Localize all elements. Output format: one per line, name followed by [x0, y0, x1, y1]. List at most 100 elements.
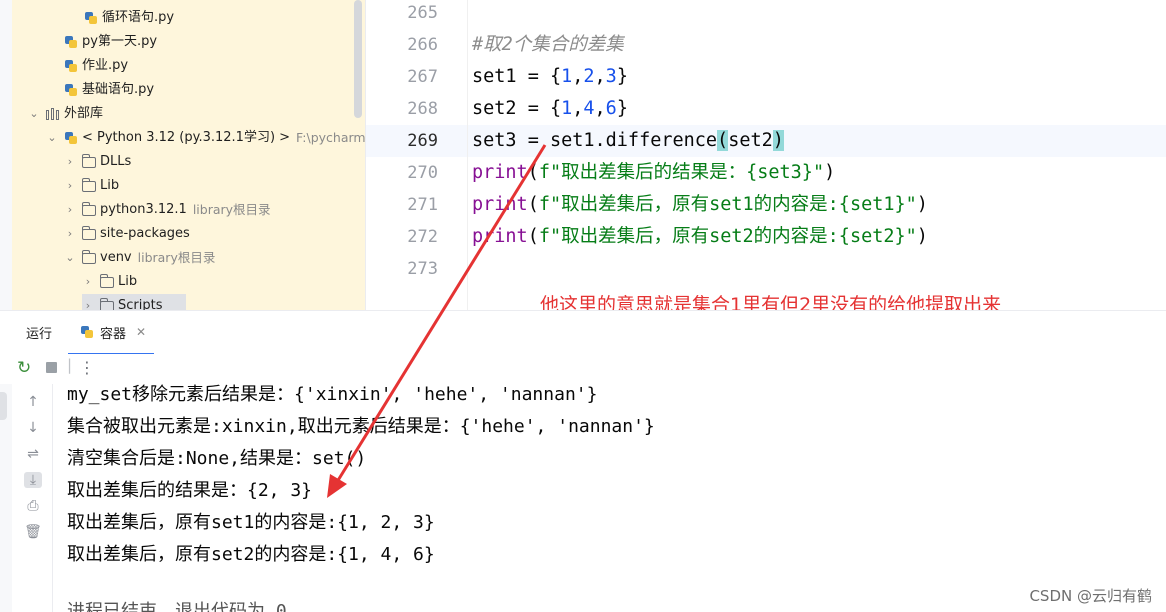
line-number: 266 — [407, 35, 438, 55]
tree-scrollbar[interactable] — [354, 0, 362, 118]
folder-icon — [100, 297, 114, 310]
tree-item-label: 作业.py — [82, 58, 129, 73]
code-line-print3: print(f"取出差集后，原有set2的内容是:{set2}") — [472, 226, 928, 247]
chevron-right-icon[interactable]: › — [64, 222, 76, 246]
console-exit-line: 进程已结束，退出代码为 0 — [67, 601, 287, 612]
tree-item-lib[interactable]: › Lib — [64, 174, 119, 198]
tree-item-loop-file[interactable]: 循环语句.py — [84, 6, 174, 30]
folder-icon — [82, 249, 96, 264]
python-sdk-icon — [64, 131, 78, 145]
tree-item-hint: F:\pycharm-l — [296, 130, 365, 145]
run-toolbar: ↻ | ⋮ — [0, 354, 1166, 384]
code-editor[interactable]: 265 266 267 268 269 270 271 272 273 #取2个… — [365, 0, 1166, 310]
tree-item-label: venv — [100, 250, 132, 265]
folder-icon — [82, 177, 96, 192]
code-comment: #取2个集合的差集 — [472, 34, 624, 55]
rerun-icon[interactable]: ↻ — [17, 358, 31, 378]
stop-icon[interactable] — [46, 362, 57, 373]
python-file-icon — [64, 83, 78, 97]
chevron-right-icon[interactable]: › — [82, 270, 94, 294]
line-number: 265 — [407, 3, 438, 23]
left-edge-strip — [0, 384, 12, 612]
python-file-icon — [64, 35, 78, 49]
code-line-print1: print(f"取出差集后的结果是：{set3}") — [472, 162, 836, 183]
tree-item-label: 基础语句.py — [82, 82, 155, 97]
tree-item-label: < Python 3.12 (py.3.12.1学习) > — [82, 130, 291, 145]
line-number: 270 — [407, 163, 438, 183]
folder-icon — [82, 153, 96, 168]
tree-item-label: python3.12.1 — [100, 202, 187, 217]
python-file-icon — [64, 59, 78, 73]
tree-item-scripts[interactable]: › Scripts — [82, 294, 187, 310]
gutter-divider — [467, 0, 468, 310]
line-number: 271 — [407, 195, 438, 215]
tree-item-basic-file[interactable]: 基础语句.py — [64, 78, 154, 102]
tree-item-label: 循环语句.py — [102, 10, 175, 25]
matched-brace: ( — [717, 130, 729, 151]
more-options-icon[interactable]: ⋮ — [79, 358, 95, 377]
chevron-right-icon[interactable]: › — [64, 174, 76, 198]
code-line-set3: set3 = set1.difference(set2) — [472, 130, 784, 151]
library-icon — [46, 108, 60, 120]
scroll-to-end-icon[interactable]: ⤓ — [24, 472, 42, 488]
chevron-right-icon[interactable]: › — [64, 198, 76, 222]
tree-item-homework-file[interactable]: 作业.py — [64, 54, 128, 78]
separator: | — [67, 356, 73, 374]
code-line-set1: set1 = {1,2,3} — [472, 66, 628, 87]
run-panel-title: 运行 — [26, 327, 53, 342]
strip-marker — [0, 392, 7, 420]
console-line: 取出差集后，原有set2的内容是:{1, 4, 6} — [67, 544, 435, 565]
console-line: 取出差集后的结果是：{2, 3} — [67, 480, 313, 501]
console-line: 取出差集后，原有set1的内容是:{1, 2, 3} — [67, 512, 435, 533]
line-number: 273 — [407, 259, 438, 279]
folder-icon — [82, 225, 96, 240]
tree-item-venv-lib[interactable]: › Lib — [82, 270, 137, 294]
tree-item-dlls[interactable]: › DLLs — [64, 150, 131, 174]
folder-icon — [100, 273, 114, 288]
tree-item-site-packages[interactable]: › site-packages — [64, 222, 190, 246]
tree-item-python3121[interactable]: › python3.12.1 library根目录 — [64, 198, 271, 222]
print-icon[interactable]: ⎙ — [24, 498, 42, 514]
run-tab-label: 容器 — [100, 326, 127, 342]
tree-item-label: site-packages — [100, 226, 190, 241]
console-line: 集合被取出元素是:xinxin,取出元素后结果是：{'hehe', 'nanna… — [67, 416, 655, 437]
chevron-right-icon[interactable]: › — [64, 150, 76, 174]
python-file-icon — [80, 325, 94, 339]
tree-item-label: Lib — [118, 274, 138, 289]
trash-icon[interactable]: 🗑 — [24, 524, 42, 540]
tree-item-day1-file[interactable]: py第一天.py — [64, 30, 157, 54]
project-tree: 循环语句.py py第一天.py 作业.py 基础语句.py ⌄ 外部库 ⌄ <… — [0, 0, 365, 310]
tree-item-label: py第一天.py — [82, 34, 158, 49]
code-line-set2: set2 = {1,4,6} — [472, 98, 628, 119]
tree-item-label: 外部库 — [64, 106, 104, 121]
tree-item-external-libs[interactable]: ⌄ 外部库 — [28, 102, 103, 126]
tree-item-hint: library根目录 — [192, 202, 271, 217]
tree-item-label: DLLs — [100, 154, 132, 169]
console-line: my_set移除元素后结果是：{'xinxin', 'hehe', 'nanna… — [67, 384, 598, 405]
chevron-down-icon[interactable]: ⌄ — [28, 102, 40, 126]
tree-item-label: Scripts — [118, 298, 163, 310]
line-number: 268 — [407, 99, 438, 119]
code-line-print2: print(f"取出差集后，原有set1的内容是:{set1}") — [472, 194, 928, 215]
soft-wrap-icon[interactable]: ⇌ — [24, 446, 42, 462]
tree-item-hint: library根目录 — [137, 250, 216, 265]
console-output[interactable]: my_set移除元素后结果是：{'xinxin', 'hehe', 'nanna… — [52, 384, 1166, 612]
run-tab[interactable]: 容器 ✕ — [68, 311, 154, 355]
watermark: CSDN @云归有鹤 — [1029, 587, 1152, 605]
tree-gutter — [0, 0, 12, 310]
line-number: 267 — [407, 67, 438, 87]
tree-item-venv[interactable]: ⌄ venv library根目录 — [64, 246, 215, 270]
folder-icon — [82, 201, 96, 216]
tree-item-python-sdk[interactable]: ⌄ < Python 3.12 (py.3.12.1学习) > F:\pycha… — [46, 126, 365, 150]
tree-item-label: Lib — [100, 178, 120, 193]
chevron-down-icon[interactable]: ⌄ — [64, 246, 76, 270]
console-line: 清空集合后是:None,结果是：set() — [67, 448, 367, 469]
chevron-right-icon[interactable]: › — [82, 294, 94, 310]
chevron-down-icon[interactable]: ⌄ — [46, 126, 58, 150]
arrow-down-icon[interactable]: ↓ — [24, 420, 42, 436]
run-tool-header: 运行 容器 ✕ — [0, 310, 1166, 355]
console-side-tools: ↑ ↓ ⇌ ⤓ ⎙ 🗑 — [12, 384, 53, 612]
arrow-up-icon[interactable]: ↑ — [24, 394, 42, 410]
close-icon[interactable]: ✕ — [136, 325, 146, 339]
line-number: 272 — [407, 227, 438, 247]
